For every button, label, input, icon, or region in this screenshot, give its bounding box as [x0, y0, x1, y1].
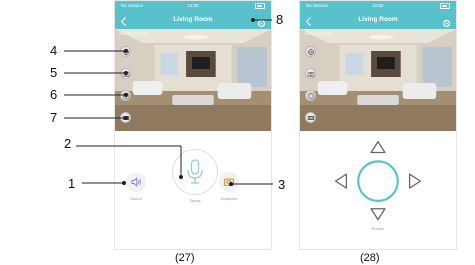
hd-icon — [307, 115, 314, 120]
video-button-4[interactable] — [305, 46, 316, 57]
camera-video-feed[interactable]: 2017-03-22 15:08 — [300, 29, 456, 131]
settings-button[interactable] — [442, 15, 451, 28]
video-button-7[interactable] — [120, 112, 131, 123]
snapshot-camera-icon — [223, 178, 235, 187]
rocker-label: Rocker — [371, 226, 385, 231]
gear-icon — [442, 19, 451, 28]
callout-2: 2 — [64, 136, 72, 151]
battery-icon — [440, 1, 450, 10]
rocker-panel: Rocker — [300, 131, 456, 249]
figure-caption-27: (27) — [175, 252, 195, 264]
living-room-image — [300, 29, 456, 131]
rocker-down-arrow — [370, 208, 386, 221]
video-button-5[interactable] — [305, 68, 316, 79]
video-button-7[interactable] — [305, 112, 316, 123]
hd-icon — [122, 115, 129, 120]
callout-8: 8 — [276, 12, 284, 27]
rocker-center-ring — [357, 160, 399, 202]
app-screen-28: No Service 11:50 Living Room 2017-03-22 … — [299, 0, 457, 250]
video-timestamp: 2017-03-22 15:08 — [119, 32, 148, 36]
snapshot-label: Snapshot — [220, 196, 238, 201]
microphone-icon — [187, 159, 203, 184]
speaker-icon — [131, 177, 141, 187]
camera-icon — [307, 71, 314, 77]
callout-6: 6 — [50, 87, 58, 102]
settings-button[interactable] — [257, 15, 266, 28]
callout-1: 1 — [68, 176, 76, 191]
sound-label: Sound — [130, 196, 142, 201]
status-bar: No Service 11:50 — [300, 1, 456, 10]
camera-icon — [122, 71, 129, 77]
video-button-6[interactable] — [120, 90, 131, 101]
crosshair-icon — [122, 48, 129, 55]
gear-icon — [257, 19, 266, 28]
callout-3: 3 — [278, 177, 286, 192]
page-title: Living Room — [358, 16, 398, 23]
speak-button[interactable] — [172, 149, 218, 195]
control-panel: Sound Speak Snapshot — [115, 131, 271, 249]
direction-pad-icon — [307, 92, 314, 99]
page-title: Living Room — [173, 16, 213, 23]
living-room-image — [115, 29, 271, 131]
sound-button[interactable] — [126, 172, 146, 192]
rocker-up-arrow — [370, 140, 386, 154]
video-timestamp: 2017-03-22 15:08 — [304, 32, 333, 36]
snapshot-button[interactable] — [219, 172, 239, 192]
title-bar: Living Room — [300, 10, 456, 29]
rocker-left-arrow — [334, 173, 348, 189]
clock-text: 11:50 — [187, 3, 199, 8]
rocker-pad — [334, 140, 422, 221]
clock-text: 11:50 — [372, 3, 384, 8]
battery-icon — [255, 1, 265, 10]
status-bar: No Service 11:50 — [115, 1, 271, 10]
title-bar: Living Room — [115, 10, 271, 29]
callout-5: 5 — [50, 65, 58, 80]
video-button-6[interactable] — [305, 90, 316, 101]
callout-4: 4 — [50, 43, 58, 58]
app-screen-27: No Service 11:50 Living Room 2017-03-22 … — [114, 0, 272, 250]
figure-caption-28: (28) — [360, 252, 380, 264]
video-button-5[interactable] — [120, 68, 131, 79]
camera-video-feed[interactable]: 2017-03-22 15:08 — [115, 29, 271, 131]
crosshair-icon — [307, 48, 314, 55]
callout-7: 7 — [50, 110, 58, 125]
rocker-right-arrow — [408, 173, 422, 189]
video-button-4[interactable] — [120, 46, 131, 57]
speak-label: Speak — [189, 198, 201, 203]
direction-pad-icon — [122, 92, 129, 99]
